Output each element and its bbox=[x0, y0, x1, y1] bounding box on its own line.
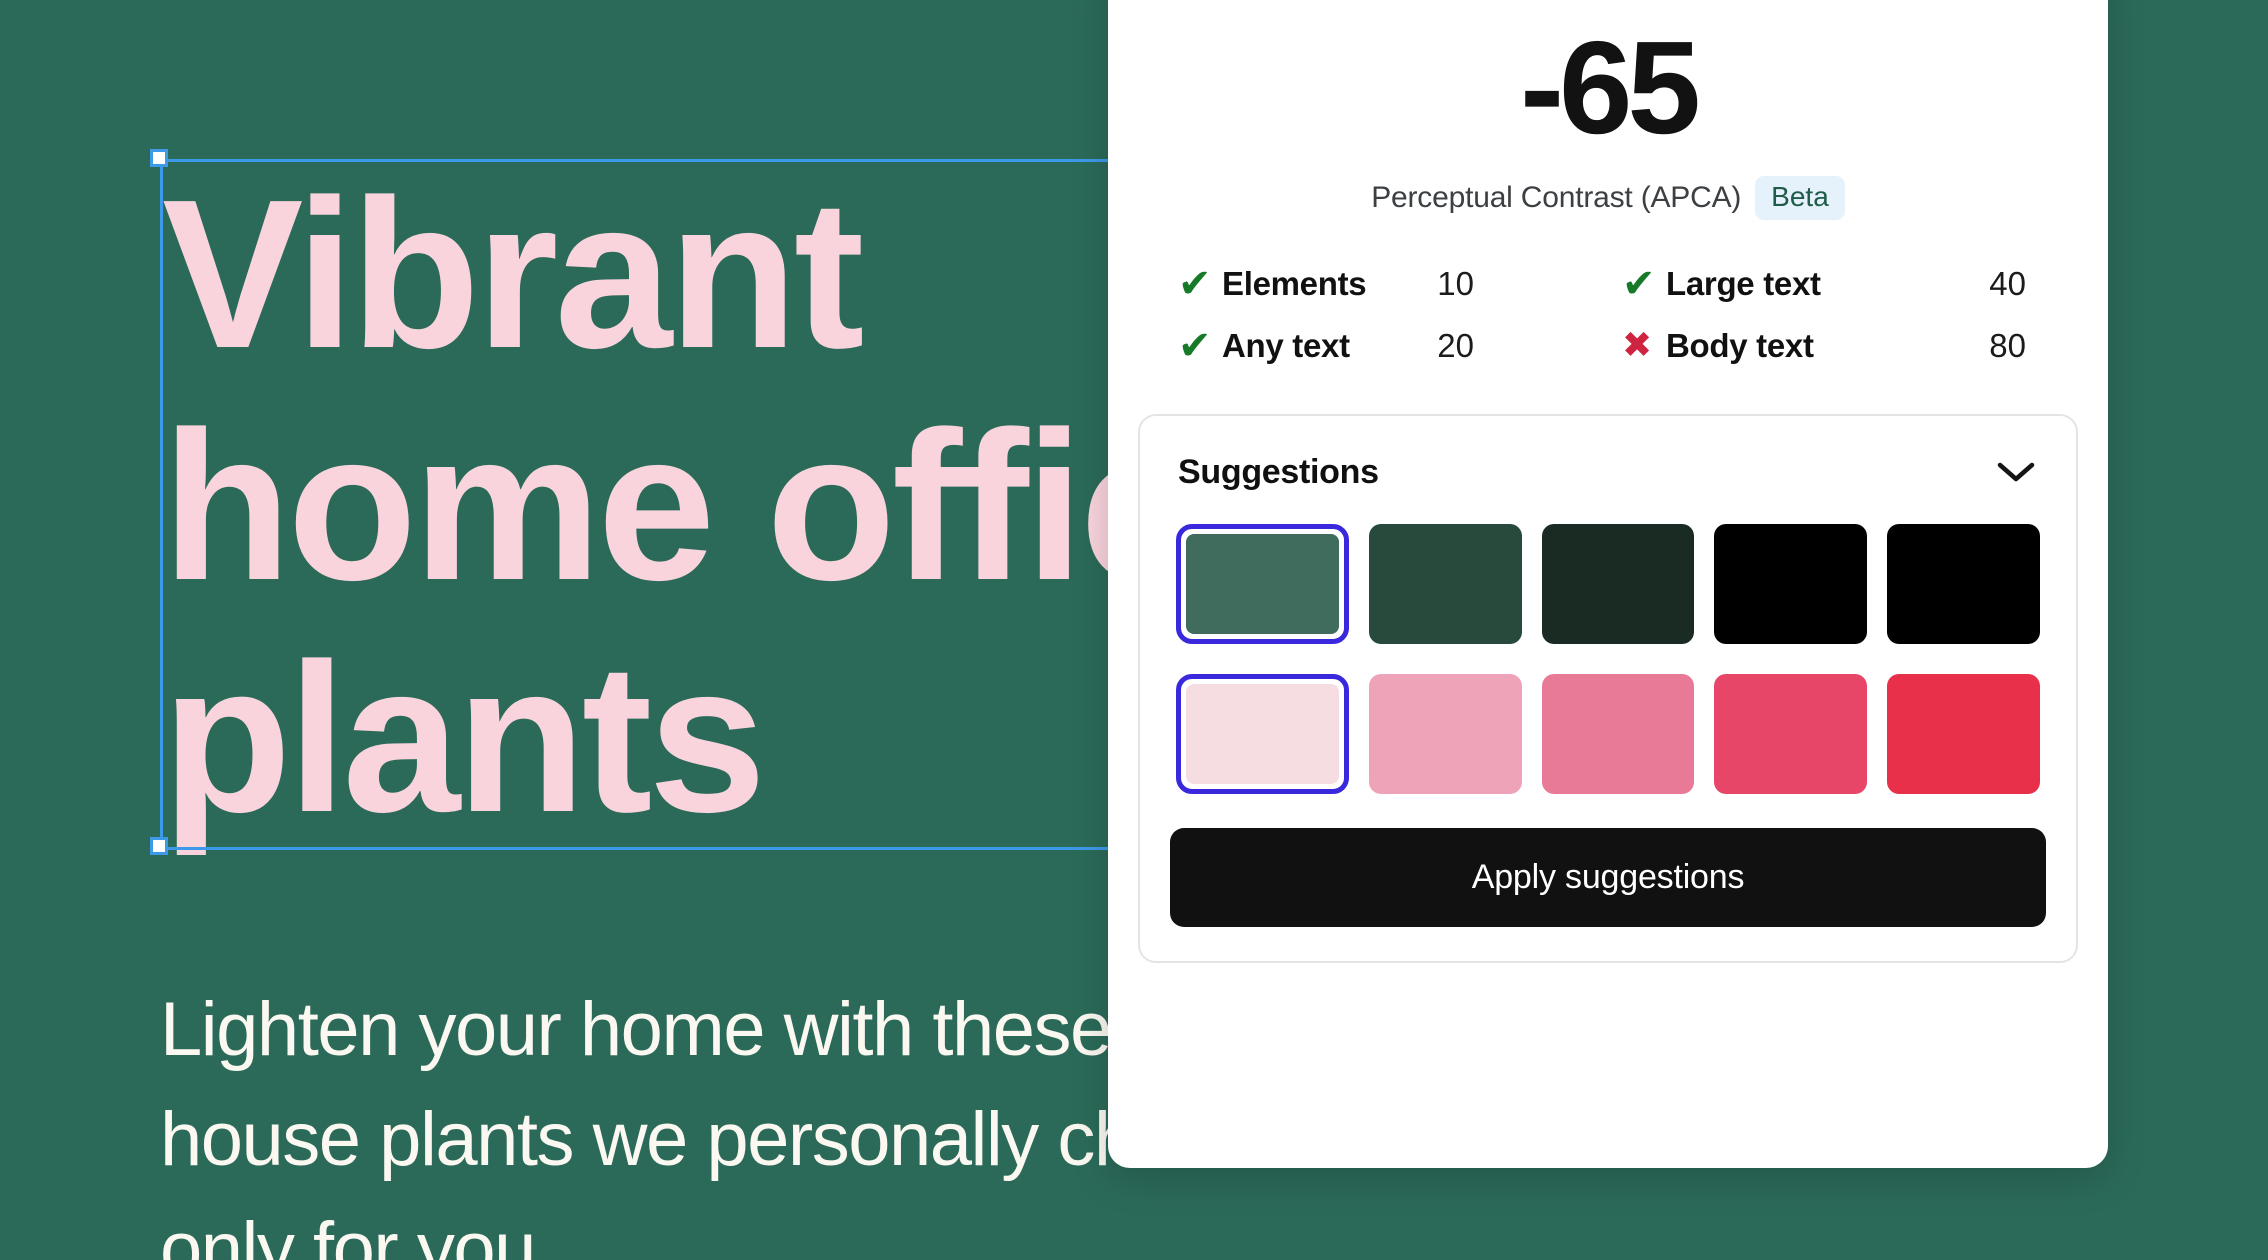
cross-icon: ✖ bbox=[1622, 325, 1653, 366]
score-block: -65 Perceptual Contrast (APCA) Beta bbox=[1108, 0, 2108, 220]
metric-label: Elements bbox=[1222, 265, 1367, 302]
contrast-panel: -65 Perceptual Contrast (APCA) Beta ✔ El… bbox=[1108, 0, 2108, 1168]
metric-value: 80 bbox=[1989, 327, 2026, 364]
swatch-fill bbox=[1186, 684, 1339, 784]
metrics-grid: ✔ Elements 10 ✔ Large text 40 ✔ Any text… bbox=[1108, 264, 2108, 366]
selection-handle-top-left[interactable] bbox=[150, 149, 168, 167]
metric-label: Large text bbox=[1666, 265, 1821, 302]
check-icon: ✔ bbox=[1178, 323, 1212, 369]
swatch-bg-5[interactable] bbox=[1887, 674, 2040, 794]
suggestions-header[interactable]: Suggestions bbox=[1170, 442, 2046, 494]
metric-value: 20 bbox=[1437, 327, 1474, 364]
swatch-fg-3[interactable] bbox=[1541, 524, 1695, 644]
metric-value: 40 bbox=[1989, 265, 2026, 302]
swatch-bg-3[interactable] bbox=[1541, 674, 1695, 794]
beta-badge: Beta bbox=[1755, 176, 1845, 220]
check-icon: ✔ bbox=[1178, 261, 1212, 307]
metric-value: 10 bbox=[1437, 265, 1474, 302]
metric-large-text: ✔ Large text 40 bbox=[1622, 264, 2036, 304]
swatch-bg-2[interactable] bbox=[1368, 674, 1522, 794]
foreground-swatch-row bbox=[1170, 524, 2046, 644]
swatch-fg-2[interactable] bbox=[1368, 524, 1522, 644]
metric-elements: ✔ Elements 10 bbox=[1178, 264, 1592, 304]
suggestions-title: Suggestions bbox=[1178, 452, 1379, 491]
check-icon: ✔ bbox=[1622, 261, 1656, 307]
score-caption-row: Perceptual Contrast (APCA) Beta bbox=[1108, 176, 2108, 220]
selection-outline-left bbox=[160, 159, 163, 849]
metric-label: Any text bbox=[1222, 327, 1350, 364]
contrast-score-value: -65 bbox=[1520, 14, 1701, 161]
swatch-fill bbox=[1186, 534, 1339, 634]
swatch-bg-4[interactable] bbox=[1714, 674, 1868, 794]
metric-body-text: ✖ Body text 80 bbox=[1622, 326, 2036, 366]
contrast-score-caption: Perceptual Contrast (APCA) bbox=[1371, 181, 1742, 214]
screenshot-root: Vibrant home office plants Lighten your … bbox=[0, 0, 2268, 1260]
swatch-bg-1[interactable] bbox=[1176, 674, 1349, 794]
apply-suggestions-button[interactable]: Apply suggestions bbox=[1170, 828, 2046, 927]
swatch-fg-4[interactable] bbox=[1714, 524, 1868, 644]
selection-handle-bottom-left[interactable] bbox=[150, 837, 168, 855]
swatch-fg-5[interactable] bbox=[1887, 524, 2040, 644]
metric-any-text: ✔ Any text 20 bbox=[1178, 326, 1592, 366]
suggestions-card: Suggestions Apply suggestions bbox=[1138, 414, 2078, 963]
metric-label: Body text bbox=[1666, 327, 1814, 364]
background-swatch-row bbox=[1170, 674, 2046, 794]
chevron-down-icon[interactable] bbox=[1994, 450, 2038, 494]
swatch-fg-1[interactable] bbox=[1176, 524, 1349, 644]
